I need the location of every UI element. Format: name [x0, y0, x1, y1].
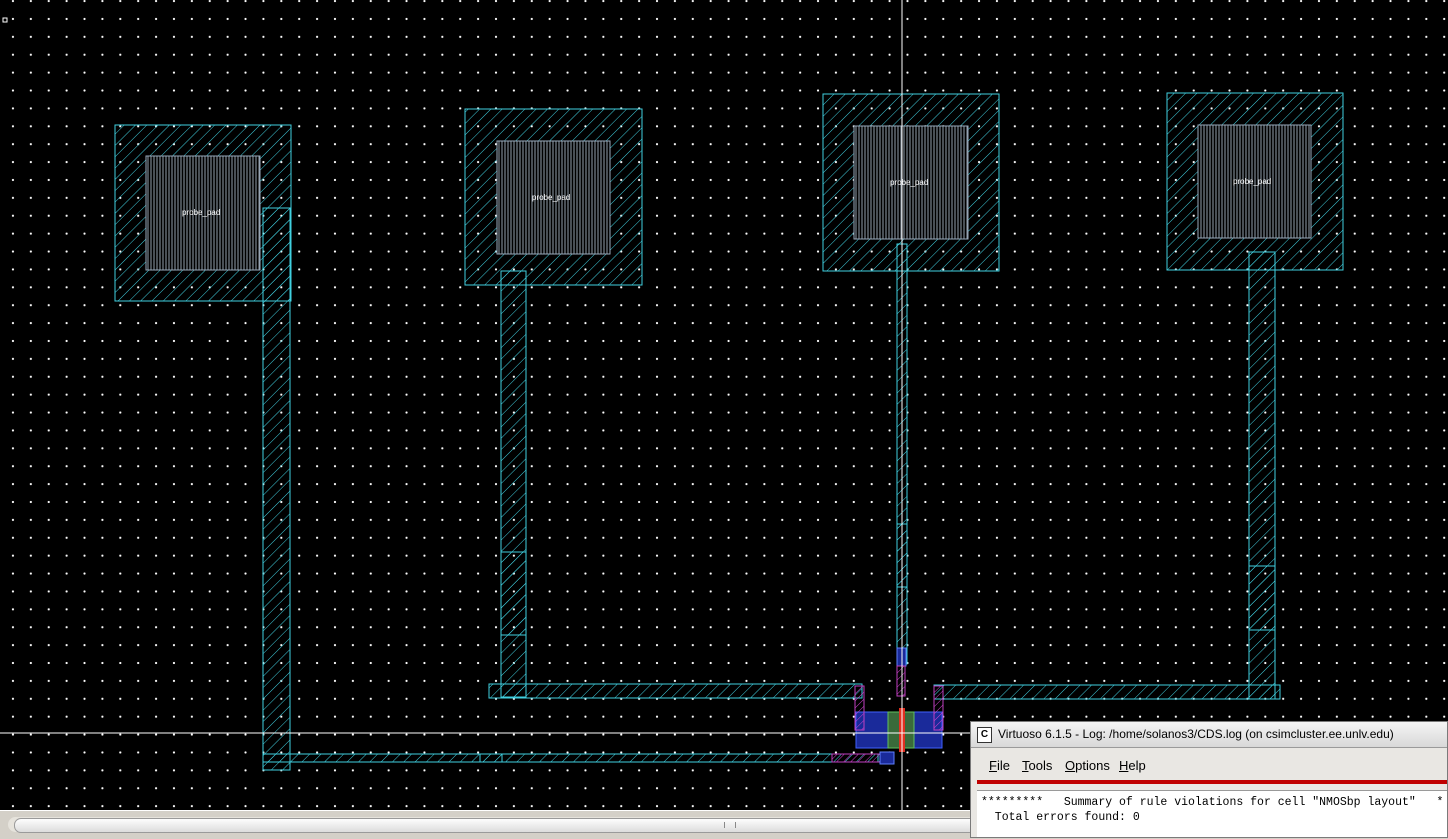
scrollbar-grip-icon	[724, 822, 736, 828]
probe-pad-3[interactable]: probe_pad	[822, 93, 1000, 272]
log-titlebar[interactable]: C Virtuoso 6.1.5 - Log: /home/solanos3/C…	[971, 722, 1447, 748]
layout-drawing[interactable]: probe_pad probe_pad probe_pad probe_pad	[0, 0, 1448, 810]
log-window-title: Virtuoso 6.1.5 - Log: /home/solanos3/CDS…	[998, 727, 1394, 741]
log-output[interactable]: ********* Summary of rule violations for…	[977, 790, 1447, 837]
log-separator-bar	[977, 780, 1447, 784]
menu-tools[interactable]: Tools	[1022, 758, 1052, 773]
menu-help[interactable]: Help	[1119, 758, 1146, 773]
log-line: ********* Summary of rule violations for…	[981, 796, 1444, 809]
pad-label-1: probe_pad	[182, 208, 220, 217]
pad-label-3: probe_pad	[890, 178, 928, 187]
probe-pad-4[interactable]: probe_pad	[1166, 92, 1344, 271]
menu-file[interactable]: File	[989, 758, 1010, 773]
log-window[interactable]: C Virtuoso 6.1.5 - Log: /home/solanos3/C…	[970, 721, 1448, 838]
menu-options[interactable]: Options	[1065, 758, 1110, 773]
pad-label-2: probe_pad	[532, 193, 570, 202]
virtuoso-app-icon: C	[977, 727, 992, 743]
pad-label-4: probe_pad	[1233, 177, 1271, 186]
origin-marker	[2, 17, 8, 23]
layout-canvas[interactable]: probe_pad probe_pad probe_pad probe_pad	[0, 0, 1448, 810]
log-menubar: File Tools Options Help	[971, 748, 1447, 782]
nmos-device[interactable]	[831, 647, 944, 765]
probe-pad-2[interactable]: probe_pad	[464, 108, 643, 286]
metal-routes[interactable]	[262, 207, 1281, 771]
log-line: Total errors found: 0	[981, 811, 1140, 824]
